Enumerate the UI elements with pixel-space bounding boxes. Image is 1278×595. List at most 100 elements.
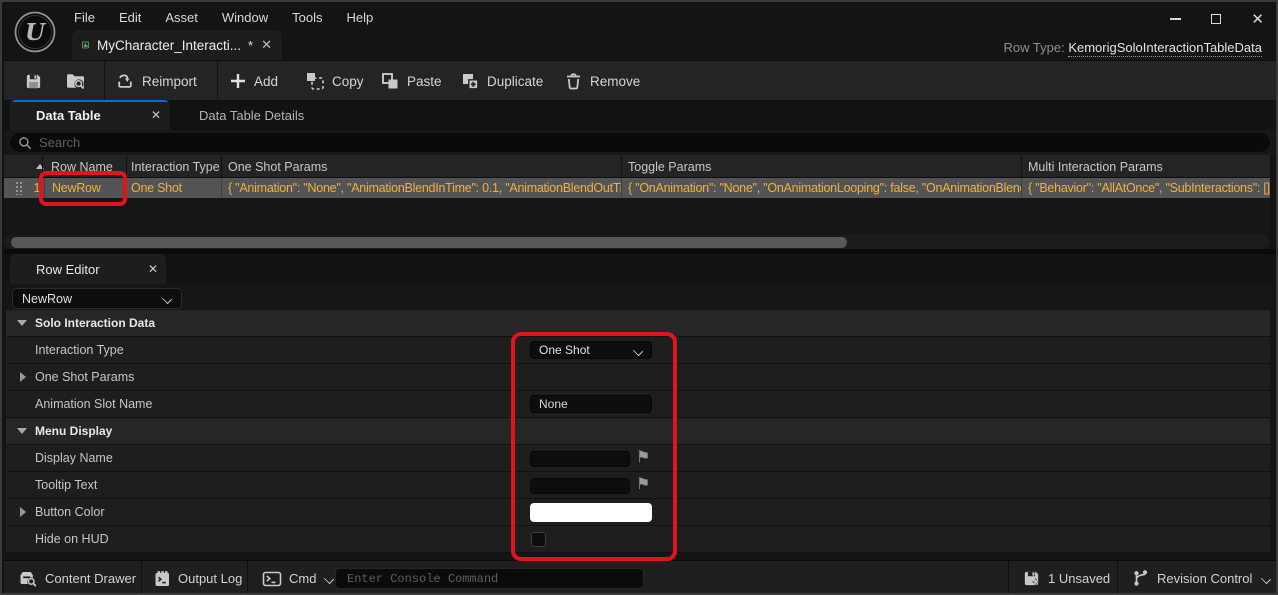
- remove-button[interactable]: Remove: [564, 61, 640, 101]
- maximize-icon[interactable]: [1211, 14, 1221, 24]
- column-header-toggle-params[interactable]: Toggle Params: [621, 155, 1021, 178]
- paste-icon: [380, 71, 400, 91]
- column-header-multi-interaction-params[interactable]: Multi Interaction Params: [1021, 155, 1270, 178]
- display-name-input[interactable]: [530, 451, 630, 467]
- tab-data-table-label: Data Table: [36, 108, 101, 123]
- animation-slot-name-input[interactable]: None: [530, 395, 652, 413]
- save-unsaved-icon: [1022, 569, 1041, 588]
- reimport-button[interactable]: Reimport: [115, 61, 197, 101]
- browse-to-asset-button[interactable]: [65, 61, 87, 101]
- minimize-icon[interactable]: [1170, 18, 1181, 20]
- asset-tab[interactable]: MyCharacter_Interacti... * ✕: [72, 30, 282, 60]
- category-label: Menu Display: [35, 418, 112, 444]
- svg-text:U: U: [25, 19, 47, 46]
- cmd-button[interactable]: Cmd: [262, 561, 334, 595]
- cell-row-name[interactable]: NewRow: [44, 178, 126, 198]
- expander-collapsed-icon[interactable]: [20, 372, 26, 382]
- menu-help[interactable]: Help: [334, 4, 385, 31]
- column-header-one-shot-params[interactable]: One Shot Params: [221, 155, 621, 178]
- cell-multi-interaction-params[interactable]: { "Behavior": "AllAtOnce", "SubInteracti…: [1021, 178, 1270, 198]
- horizontal-scrollbar-thumb[interactable]: [11, 237, 847, 248]
- output-log-button[interactable]: Output Log: [153, 561, 242, 595]
- cell-interaction-type[interactable]: One Shot: [126, 178, 221, 198]
- tab-row-editor[interactable]: Row Editor ✕: [10, 254, 166, 284]
- cell-toggle-params[interactable]: { "OnAnimation": "None", "OnAnimationLoo…: [621, 178, 1021, 198]
- add-button[interactable]: Add: [229, 61, 278, 101]
- save-button[interactable]: [24, 61, 43, 101]
- row-type: Row Type: KemorigSoloInteractionTableDat…: [1004, 40, 1262, 55]
- console-command-input[interactable]: Enter Console Command: [335, 568, 644, 589]
- tab-data-table-details[interactable]: Data Table Details: [182, 100, 321, 130]
- revision-control-button[interactable]: Revision Control: [1131, 561, 1271, 595]
- panel-tab-bar: Data Table ✕ Data Table Details: [4, 100, 1278, 130]
- property-row-one-shot-params: One Shot Params: [6, 364, 1270, 391]
- table-header: Row Name Interaction Type One Shot Param…: [4, 155, 1270, 178]
- unreal-editor-window: U File Edit Asset Window Tools Help MyCh…: [0, 0, 1278, 595]
- unreal-engine-icon: U: [12, 9, 58, 55]
- revision-control-label: Revision Control: [1157, 571, 1252, 586]
- content-drawer-button[interactable]: Content Drawer: [18, 561, 136, 595]
- expander-expanded-icon[interactable]: [17, 320, 27, 326]
- localization-flag-icon[interactable]: ⚑: [636, 447, 650, 466]
- search-input[interactable]: Search: [10, 133, 1270, 152]
- column-header-interaction-type[interactable]: Interaction Type: [126, 155, 221, 178]
- asset-tab-close-icon[interactable]: ✕: [261, 37, 272, 53]
- tab-row-editor-label: Row Editor: [36, 262, 100, 277]
- row-selector-dropdown[interactable]: NewRow: [12, 288, 182, 309]
- tooltip-text-input[interactable]: [530, 478, 630, 494]
- property-row-button-color: Button Color: [6, 499, 1270, 526]
- row-editor-tab-bar: Row Editor ✕: [4, 254, 1278, 284]
- tab-row-editor-close-icon[interactable]: ✕: [148, 262, 158, 276]
- category-solo-interaction-data[interactable]: Solo Interaction Data: [6, 310, 1270, 337]
- statusbar-separator: [1008, 561, 1009, 595]
- row-selector-value: NewRow: [22, 292, 163, 306]
- output-log-icon: [153, 569, 171, 588]
- menu-tools[interactable]: Tools: [280, 4, 334, 31]
- search-row: Search: [4, 130, 1278, 155]
- copy-label: Copy: [332, 74, 364, 89]
- menu-window[interactable]: Window: [210, 4, 280, 31]
- menu-bar: File Edit Asset Window Tools Help: [62, 4, 385, 31]
- copy-button[interactable]: Copy: [305, 61, 364, 101]
- property-label: Animation Slot Name: [35, 391, 152, 417]
- paste-button[interactable]: Paste: [380, 61, 442, 101]
- duplicate-label: Duplicate: [487, 74, 543, 89]
- property-label: Display Name: [35, 445, 113, 471]
- menu-edit[interactable]: Edit: [107, 4, 153, 31]
- column-header-row-name[interactable]: Row Name: [42, 155, 126, 178]
- menu-file[interactable]: File: [62, 4, 107, 31]
- output-log-label: Output Log: [178, 571, 242, 586]
- expander-expanded-icon[interactable]: [17, 428, 27, 434]
- table-empty-area: [4, 198, 1270, 235]
- duplicate-button[interactable]: Duplicate: [460, 61, 543, 101]
- expander-collapsed-icon[interactable]: [20, 507, 26, 517]
- localization-flag-icon[interactable]: ⚑: [636, 474, 650, 493]
- menu-asset[interactable]: Asset: [153, 4, 210, 31]
- status-bar: Content Drawer Output Log Cmd Ent: [4, 560, 1278, 595]
- data-table-asset-icon: [82, 37, 89, 53]
- button-color-swatch[interactable]: [530, 503, 652, 522]
- hide-on-hud-checkbox[interactable]: [531, 532, 546, 547]
- tab-data-table-close-icon[interactable]: ✕: [151, 108, 161, 122]
- tab-data-table[interactable]: Data Table ✕: [10, 100, 170, 130]
- chevron-down-icon: [634, 346, 643, 355]
- statusbar-separator: [247, 561, 248, 595]
- paste-label: Paste: [407, 74, 442, 89]
- row-type-label: Row Type:: [1004, 40, 1065, 55]
- table-row-selected[interactable]: 1 NewRow One Shot { "Animation": "None",…: [4, 178, 1270, 198]
- category-menu-display[interactable]: Menu Display: [6, 418, 1270, 445]
- unreal-logo: U: [4, 4, 66, 60]
- row-drag-handle-icon[interactable]: [15, 181, 23, 195]
- console-icon: [262, 570, 282, 588]
- property-label: Hide on HUD: [35, 526, 109, 552]
- row-type-value-link[interactable]: KemorigSoloInteractionTableData: [1068, 40, 1262, 57]
- interaction-type-dropdown[interactable]: One Shot: [530, 341, 652, 359]
- horizontal-scrollbar[interactable]: [4, 235, 1270, 249]
- cell-one-shot-params[interactable]: { "Animation": "None", "AnimationBlendIn…: [221, 178, 621, 198]
- unsaved-button[interactable]: 1 Unsaved: [1022, 561, 1110, 595]
- property-row-hide-on-hud: Hide on HUD: [6, 526, 1270, 553]
- active-tab-accent: [10, 100, 170, 102]
- chevron-down-icon: [163, 294, 172, 303]
- close-icon[interactable]: ✕: [1251, 12, 1264, 27]
- remove-label: Remove: [590, 74, 640, 89]
